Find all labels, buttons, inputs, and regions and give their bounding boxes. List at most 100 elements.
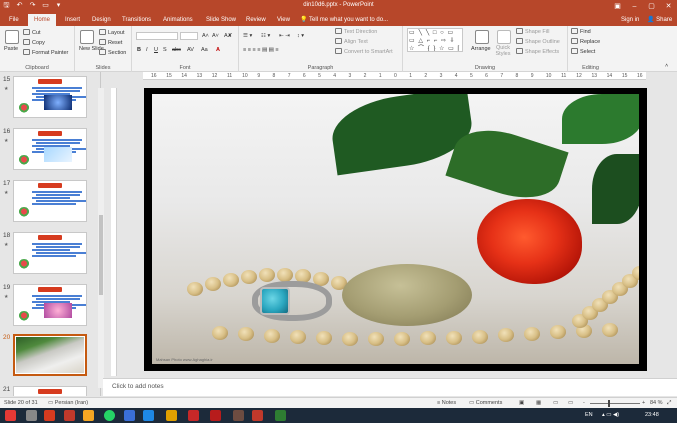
taskbar-app-icon[interactable] (124, 410, 135, 421)
notes-button[interactable]: ≡ Notes (437, 400, 456, 407)
paste-button[interactable]: Paste (4, 45, 18, 53)
shape-effects-button[interactable]: Shape Effects (516, 48, 559, 56)
align-text-button[interactable]: Align Text (335, 38, 368, 46)
alignment-buttons[interactable]: ≡ ≡ ≡ ≡ ▤ ▤ ≡ (243, 46, 279, 54)
zoom-slider-thumb[interactable] (608, 400, 610, 407)
close-button[interactable]: ✕ (660, 0, 677, 13)
tab-review[interactable]: Review (243, 14, 269, 26)
zoom-level[interactable]: 84 % (650, 400, 663, 407)
shape-outline-button[interactable]: Shape Outline (516, 38, 560, 46)
zoom-out-button[interactable]: - (583, 400, 585, 407)
maximize-button[interactable]: ▢ (643, 0, 660, 13)
format-painter-button[interactable]: Format Painter (23, 49, 68, 57)
bold-button[interactable]: B (137, 46, 141, 54)
text-direction-button[interactable]: Text Direction (335, 28, 377, 36)
thumbnail-title-bar (38, 183, 62, 188)
language-indicator[interactable]: ▭ Persian (Iran) (48, 400, 88, 407)
ruler-tick-label: 4 (454, 73, 458, 79)
tab-slide-show[interactable]: Slide Show (203, 14, 239, 26)
input-language[interactable]: EN (585, 412, 593, 418)
slide-thumbnail[interactable] (13, 334, 87, 376)
taskbar-app-icon[interactable] (83, 410, 94, 421)
slide-thumbnail[interactable] (13, 284, 87, 326)
ruler-tick-label: 7 (500, 73, 504, 79)
slide-thumbnails-pane[interactable]: 15★16★17★18★19★2021★ (0, 72, 101, 396)
sign-in-link[interactable]: Sign in (621, 14, 639, 26)
zoom-slider[interactable] (590, 403, 640, 404)
tab-transitions[interactable]: Transitions (119, 14, 154, 26)
ruler-tick-label: 1 (409, 73, 412, 79)
layout-button[interactable]: Layout (99, 29, 125, 37)
arrange-button[interactable]: Arrange (471, 45, 491, 53)
slide-show-icon[interactable]: ▭ (568, 400, 573, 407)
slide-photo[interactable]: Mahsan Photo www.Aghaghia.ir (152, 94, 639, 364)
bullets-button[interactable]: ☰ ▾ (243, 32, 252, 40)
taskbar-app-icon[interactable] (233, 410, 244, 421)
replace-button[interactable]: Replace (571, 38, 600, 46)
share-button[interactable]: 👤 Share (647, 14, 672, 26)
change-case-button[interactable]: Aa (201, 46, 208, 54)
taskbar-app-icon[interactable] (166, 410, 177, 421)
notes-pane[interactable]: Click to add notes (103, 378, 677, 396)
convert-to-smartart-button[interactable]: Convert to SmartArt (335, 48, 393, 56)
select-button[interactable]: Select (571, 48, 595, 56)
taskbar-app-icon[interactable] (26, 410, 37, 421)
section-button[interactable]: Section (99, 49, 126, 57)
font-color-button[interactable]: A (216, 46, 220, 54)
collapse-ribbon-icon[interactable]: ˄ (665, 62, 668, 70)
shapes-gallery[interactable]: ▭ ╲ ╲ □ ○ ▭ ▭ △ ⌐ ⌐ ⇨ ⇩ ☆ ⌒ { } ☆ ▭ ⌈ ⌊ … (407, 28, 463, 52)
taskbar-app-icon[interactable] (44, 410, 55, 421)
indent-buttons[interactable]: ⇤ ⇥ (279, 32, 290, 40)
powerpoint-taskbar-icon[interactable] (64, 410, 75, 421)
reading-view-icon[interactable]: ▭ (553, 400, 558, 407)
tab-home[interactable]: Home (28, 14, 57, 26)
find-button[interactable]: Find (571, 28, 591, 36)
tell-me-search[interactable]: 💡 Tell me what you want to do... (300, 14, 388, 26)
comments-button[interactable]: ▭ Comments (469, 400, 502, 407)
zoom-in-button[interactable]: + (642, 400, 645, 407)
acrobat-taskbar-icon[interactable] (188, 410, 199, 421)
shadow-button[interactable]: S (163, 46, 167, 54)
tray-icons[interactable]: ▴ ▭ ◀) (602, 412, 619, 418)
tab-view[interactable]: View (274, 14, 293, 26)
clear-formatting-button[interactable]: A✘ (224, 32, 232, 40)
strikethrough-button[interactable]: abc (172, 46, 181, 54)
tab-animations[interactable]: Animations (160, 14, 196, 26)
font-size-input[interactable] (180, 32, 198, 40)
character-spacing-button[interactable]: AV (187, 46, 194, 54)
taskbar-app-icon[interactable] (275, 410, 286, 421)
copy-button[interactable]: Copy (23, 39, 45, 47)
tab-design[interactable]: Design (89, 14, 114, 26)
line-spacing-button[interactable]: ↕ ▾ (297, 32, 304, 40)
italic-button[interactable]: I (146, 46, 148, 54)
quick-styles-button[interactable]: Quick Styles (494, 45, 512, 57)
proofing-icon: ▭ (48, 400, 55, 406)
taskbar-app-icon[interactable] (210, 410, 221, 421)
slide-thumbnail[interactable] (13, 128, 87, 170)
thumbnails-scroll-thumb[interactable] (99, 215, 103, 295)
minimize-button[interactable]: – (626, 0, 643, 13)
fit-to-window-icon[interactable]: ⤢ (667, 400, 671, 407)
ribbon-display-options-icon[interactable]: ▣ (609, 0, 626, 13)
tab-file[interactable]: File (6, 14, 22, 26)
slide-thumbnail[interactable] (13, 76, 87, 118)
underline-button[interactable]: U (154, 46, 158, 54)
taskbar-app-icon[interactable] (252, 410, 263, 421)
slide-thumbnail[interactable] (13, 232, 87, 274)
numbering-button[interactable]: ☷ ▾ (261, 32, 270, 40)
font-name-input[interactable] (136, 32, 178, 40)
clock[interactable]: 23:48 (645, 412, 659, 418)
slide-thumbnail[interactable] (13, 180, 87, 222)
whatsapp-taskbar-icon[interactable] (104, 410, 115, 421)
reset-button[interactable]: Reset (99, 39, 122, 47)
slide-thumbnail[interactable] (13, 386, 87, 396)
taskbar-app-icon[interactable] (143, 410, 154, 421)
start-button-icon[interactable] (5, 410, 16, 421)
grow-font-button[interactable]: A˄ (202, 32, 209, 40)
cut-button[interactable]: Cut (23, 29, 41, 37)
normal-view-icon[interactable]: ▣ (519, 400, 524, 407)
tab-insert[interactable]: Insert (62, 14, 83, 26)
shape-fill-button[interactable]: Shape Fill (516, 28, 549, 36)
slide-sorter-icon[interactable]: ▦ (536, 400, 541, 407)
shrink-font-button[interactable]: A˅ (212, 32, 219, 40)
